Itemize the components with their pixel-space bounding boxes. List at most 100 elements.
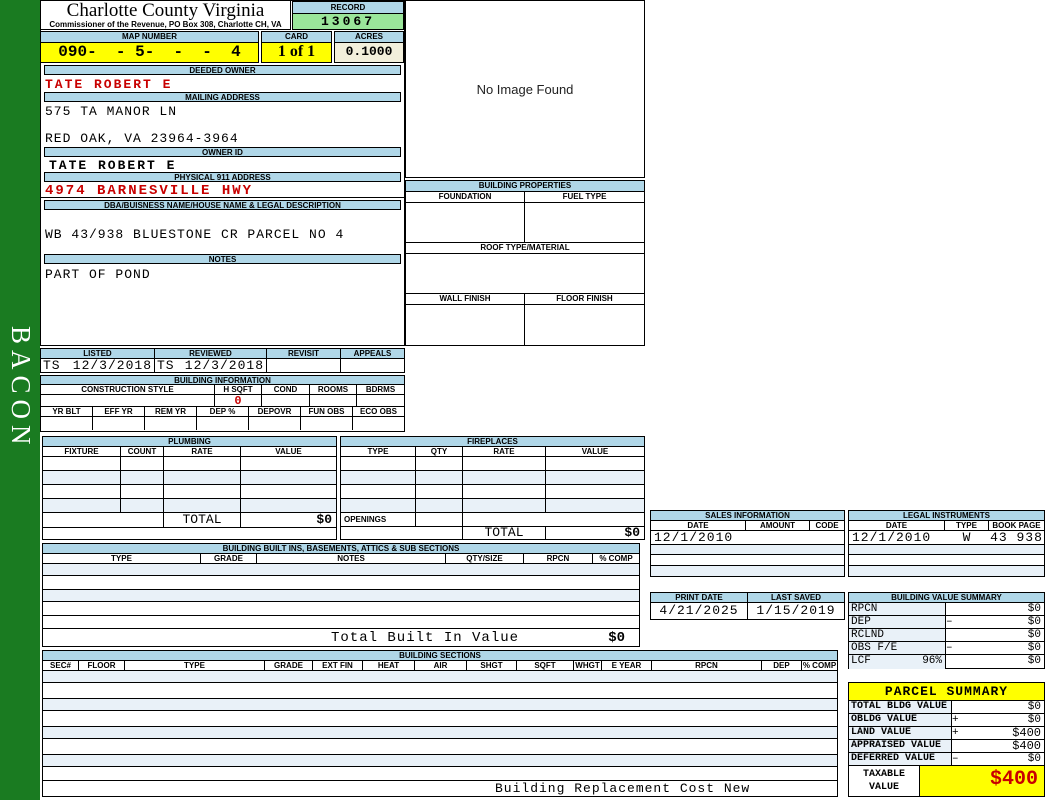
map-number-value: 090- - 5- - - 4 — [41, 43, 258, 62]
plumbing-value-label: VALUE — [275, 447, 302, 456]
map-number-label: MAP NUMBER — [41, 32, 258, 43]
roof-value-row — [406, 254, 644, 294]
map-number-box: MAP NUMBER 090- - 5- - - 4 — [40, 31, 259, 63]
bs-dep-label: DEP — [762, 661, 802, 670]
sidebar-strip: BACON — [0, 0, 40, 800]
mailing-address-header: MAILING ADDRESS — [44, 92, 401, 102]
plumbing-title: PLUMBING — [43, 437, 336, 447]
listed-date: 12/3/2018 — [72, 358, 152, 373]
revisit-label: REVISIT — [267, 349, 341, 358]
total-bldg-value-label: TOTAL BLDG VALUE — [849, 701, 952, 713]
building-properties-title: BUILDING PROPERTIES — [406, 181, 644, 192]
record-box: RECORD 13067 — [292, 1, 404, 30]
parcel-op — [952, 740, 963, 752]
building-info-header-row1: CONSTRUCTION STYLE H SQFT COND ROOMS BDR… — [41, 385, 404, 395]
bs-rpcn-label: RPCN — [652, 661, 762, 670]
taxable-label-line1: TAXABLE — [862, 769, 905, 780]
bvs-lcf-pct: 96% — [922, 655, 942, 667]
legal-description-header: DBA/BUISNESS NAME/HOUSE NAME & LEGAL DES… — [44, 200, 401, 210]
rooms-value — [310, 395, 357, 406]
bvs-rpcn-label: RPCN — [849, 603, 946, 615]
bs-eyear-label: E YEAR — [602, 661, 652, 670]
bvs-rclnd-value: $0 — [1027, 629, 1041, 641]
fireplaces-value-label: VALUE — [581, 447, 609, 456]
built-ins-qty-label: QTY/SIZE — [446, 554, 524, 563]
deferred-value: $0 — [1027, 753, 1041, 765]
fireplaces-table: FIREPLACES TYPE QTY RATE VALUE OPENINGS … — [340, 436, 645, 540]
bvs-row: RCLND $0 — [849, 629, 1044, 642]
building-information-title: BUILDING INFORMATION — [40, 375, 405, 385]
bs-shgt-label: SHGT — [467, 661, 517, 670]
foundation-fuel-value-row — [406, 203, 644, 243]
reviewed-cell: TS 12/3/2018 — [155, 359, 267, 372]
built-ins-comp-label: % COMP — [599, 554, 633, 563]
fireplaces-total-row: TOTAL $0 — [341, 526, 644, 540]
legal-bookpage-label: BOOK PAGE — [992, 521, 1041, 530]
h-sqft-value: 0 — [215, 395, 262, 407]
fireplaces-total-label: TOTAL — [463, 526, 546, 540]
roof-header-row: ROOF TYPE/MATERIAL — [406, 243, 644, 254]
legal-row — [849, 555, 1044, 566]
legal-date-value: 12/1/2010 — [852, 530, 932, 545]
dep-pct-value — [197, 417, 249, 430]
plumbing-total-label: TOTAL — [164, 513, 241, 527]
listed-label: LISTED — [41, 349, 155, 358]
rooms-label: ROOMS — [310, 385, 357, 394]
openings-qty-cell — [416, 513, 463, 526]
last-saved-value: 1/15/2019 — [756, 603, 836, 618]
bs-whgt-label: WHGT — [574, 661, 602, 670]
parcel-summary: PARCEL SUMMARY TOTAL BLDG VALUE $0 OBLDG… — [848, 682, 1045, 797]
building-sections-row — [43, 727, 837, 739]
foundation-fuel-header-row: FOUNDATION FUEL TYPE — [406, 192, 644, 203]
built-ins-notes-label: NOTES — [257, 554, 446, 563]
land-value: $400 — [1012, 726, 1041, 740]
built-ins-row — [43, 564, 639, 576]
reviewed-date: 12/3/2018 — [184, 358, 264, 373]
parcel-op: + — [952, 714, 959, 726]
last-saved-label: LAST SAVED — [748, 593, 844, 602]
legal-date-label: DATE — [849, 521, 945, 530]
building-information-table: CONSTRUCTION STYLE H SQFT COND ROOMS BDR… — [40, 385, 405, 432]
building-sections-row — [43, 755, 837, 767]
bs-heat-label: HEAT — [363, 661, 415, 670]
fireplaces-rate-label: RATE — [463, 447, 546, 456]
land-value-label: LAND VALUE — [849, 727, 952, 739]
parcel-row: APPRAISED VALUE $400 — [849, 740, 1044, 753]
construction-style-value — [41, 395, 215, 406]
building-sections-row — [43, 683, 837, 699]
built-ins-table: BUILDING BUILT INS, BASEMENTS, ATTICS & … — [42, 543, 640, 647]
depovr-label: DEPOVR — [249, 407, 301, 416]
fireplaces-row — [341, 471, 644, 485]
owner-id-value: TATE ROBERT E — [49, 158, 177, 173]
rem-yr-value — [145, 417, 197, 430]
fireplaces-row — [341, 457, 644, 471]
building-info-value-row2 — [41, 417, 404, 430]
bvs-lcf-cell: LCF 96% — [849, 655, 946, 669]
building-sections-title: BUILDING SECTIONS — [43, 651, 837, 661]
built-ins-header-row: TYPE GRADE NOTES QTY/SIZE RPCN % COMP — [43, 554, 639, 564]
county-title-box: Charlotte County Virginia Commissioner o… — [40, 0, 291, 30]
bvs-row: LCF 96% $0 — [849, 655, 1044, 669]
bs-comp-label: % COMP — [802, 661, 837, 670]
building-sections-row — [43, 711, 837, 727]
print-info-header-row: PRINT DATE LAST SAVED — [651, 593, 844, 603]
bacon-watermark: BACON — [6, 326, 36, 451]
total-bldg-value: $0 — [1027, 701, 1041, 713]
building-sections-row — [43, 699, 837, 711]
sales-row — [651, 566, 844, 576]
appeals-cell — [341, 359, 404, 372]
sales-information-title: SALES INFORMATION — [651, 511, 844, 521]
physical-address-header: PHYSICAL 911 ADDRESS — [44, 172, 401, 182]
yr-blt-value — [41, 417, 93, 430]
floor-finish-label: FLOOR FINISH — [556, 294, 613, 303]
openings-label: OPENINGS — [341, 513, 416, 526]
eco-obs-value — [353, 417, 404, 430]
divider-line — [40, 197, 405, 198]
building-value-summary: BUILDING VALUE SUMMARY RPCN $0 DEP – $0 … — [848, 592, 1045, 669]
deeded-owner-value: TATE ROBERT E — [45, 77, 173, 92]
legal-instruments-title: LEGAL INSTRUMENTS — [849, 511, 1044, 521]
sales-date-label: DATE — [651, 521, 746, 530]
owner-id-header: OWNER ID — [44, 147, 401, 157]
bvs-op — [946, 655, 958, 669]
roof-label: ROOF TYPE/MATERIAL — [480, 243, 570, 252]
